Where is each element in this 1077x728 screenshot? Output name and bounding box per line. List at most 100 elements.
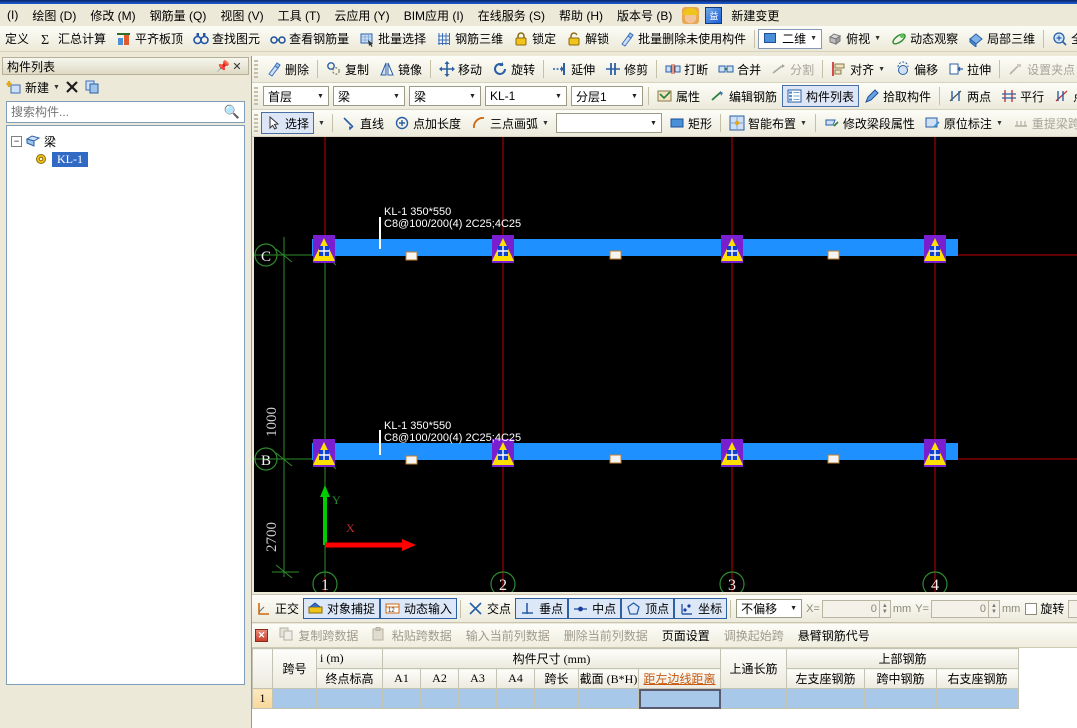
- chevron-down-icon[interactable]: ▼: [627, 87, 642, 105]
- floor-combo[interactable]: 首层 ▼: [263, 86, 329, 106]
- edit-set-grip-button[interactable]: 设置夹点: [1003, 58, 1077, 80]
- object-snap-button[interactable]: 对象捕捉: [303, 598, 380, 619]
- toolbar-summary-calc-button[interactable]: Σ 汇总计算: [34, 28, 111, 50]
- page-setup-button[interactable]: 页面设置: [655, 625, 717, 646]
- blue-app-icon[interactable]: 益: [705, 7, 722, 24]
- search-component-box[interactable]: 🔍: [6, 101, 245, 123]
- toolbar-fullscreen-button[interactable]: 全屏: [1047, 28, 1077, 50]
- toolbar-rebar-3d-button[interactable]: 钢筋三维: [431, 28, 508, 50]
- edit-offset-button[interactable]: 偏移: [890, 58, 943, 80]
- toolbar-2d-button[interactable]: 二维 ▼: [758, 29, 822, 49]
- perpendicular-snap-button[interactable]: 垂点: [515, 598, 568, 619]
- close-icon[interactable]: ✕: [230, 60, 244, 73]
- point-length-tool-button[interactable]: 点加长度: [389, 112, 466, 134]
- edit-rotate-button[interactable]: 旋转: [487, 58, 540, 80]
- tree-root-row[interactable]: − 梁: [11, 132, 240, 150]
- chevron-down-icon[interactable]: ▼: [874, 35, 881, 42]
- chevron-down-icon[interactable]: ▼: [389, 87, 404, 105]
- cell-top-through[interactable]: [721, 689, 787, 709]
- header-a4[interactable]: A4: [497, 669, 535, 689]
- toolbar-grip[interactable]: [254, 60, 258, 78]
- rotate-checkbox[interactable]: [1025, 603, 1037, 615]
- toolbar-orbit-button[interactable]: 动态观察: [886, 28, 963, 50]
- toolbar-grip[interactable]: [254, 87, 258, 105]
- chevron-down-icon[interactable]: ▼: [810, 35, 817, 42]
- toolbar-batch-delete-button[interactable]: 批量删除未使用构件: [614, 28, 751, 50]
- delete-current-col-button[interactable]: 删除当前列数据: [557, 625, 655, 646]
- edit-trim-button[interactable]: 修剪: [600, 58, 653, 80]
- search-icon[interactable]: 🔍: [220, 104, 244, 120]
- chevron-down-icon[interactable]: ▼: [800, 120, 807, 127]
- edit-rebar-button[interactable]: 编辑钢筋: [705, 85, 782, 107]
- toolbar-view-rebar-qty-button[interactable]: 查看钢筋量: [265, 28, 354, 50]
- row-number[interactable]: 1: [253, 689, 273, 709]
- in-situ-label-button[interactable]: 原位标注 ▼: [920, 112, 1008, 134]
- type-combo[interactable]: 梁 ▼: [409, 86, 481, 106]
- close-panel-icon[interactable]: ✕: [255, 629, 268, 642]
- toolbar-local-3d-button[interactable]: 局部三维: [963, 28, 1040, 50]
- toolbar-unlock-button[interactable]: 解锁: [561, 28, 614, 50]
- chevron-down-icon[interactable]: ▼: [318, 120, 325, 127]
- y-input[interactable]: 0: [931, 600, 989, 618]
- menu-item-view[interactable]: 视图 (V): [213, 5, 270, 26]
- new-component-button[interactable]: 新建 ▼: [6, 79, 60, 96]
- tree-item-kl1[interactable]: KL-1: [52, 152, 88, 167]
- x-spinner[interactable]: ▲▼: [880, 600, 891, 618]
- vertex-snap-button[interactable]: 顶点: [621, 598, 674, 619]
- cell-span-no[interactable]: 1: [273, 689, 317, 709]
- swap-start-span-button[interactable]: 调换起始跨: [717, 625, 791, 646]
- edit-split-button[interactable]: 分割: [766, 58, 819, 80]
- header-mid-span-rebar[interactable]: 跨中钢筋: [865, 669, 937, 689]
- menu-item-new-change[interactable]: 新建变更: [724, 5, 786, 26]
- chevron-down-icon[interactable]: ▼: [53, 84, 60, 91]
- cell-section[interactable]: [579, 689, 639, 709]
- line-tool-button[interactable]: 直线: [336, 112, 389, 134]
- delete-x-icon[interactable]: [64, 79, 80, 95]
- category-combo[interactable]: 梁 ▼: [333, 86, 405, 106]
- dynamic-input-button[interactable]: 12 动态输入: [380, 598, 457, 619]
- header-span-no[interactable]: 跨号: [273, 649, 317, 689]
- edit-align-button[interactable]: 对齐 ▼: [826, 58, 890, 80]
- search-input[interactable]: [7, 103, 220, 121]
- cell-a4[interactable]: [497, 689, 535, 709]
- header-a2[interactable]: A2: [421, 669, 459, 689]
- midpoint-snap-button[interactable]: 中点: [568, 598, 621, 619]
- chevron-down-icon[interactable]: ▼: [313, 87, 328, 105]
- header-span-length[interactable]: 跨长: [535, 669, 579, 689]
- menu-item-online-service[interactable]: 在线服务 (S): [471, 5, 552, 26]
- smart-layout-button[interactable]: 智能布置 ▼: [724, 112, 812, 134]
- edit-extend-button[interactable]: 延伸: [547, 58, 600, 80]
- header-left-support-rebar[interactable]: 左支座钢筋: [787, 669, 865, 689]
- span-data-grid[interactable]: 跨号 i (m) 构件尺寸 (mm) 上通长筋 上部钢筋 终点标高 A1 A2 …: [252, 648, 1077, 728]
- chevron-down-icon[interactable]: ▼: [542, 120, 549, 127]
- cell-right-support-rebar[interactable]: [937, 689, 1019, 709]
- select-tool-button[interactable]: 选择: [261, 112, 314, 134]
- three-point-arc-button[interactable]: 三点画弧 ▼: [466, 112, 554, 134]
- rotate-input[interactable]: 0.00: [1068, 600, 1077, 618]
- cell-end-elev[interactable]: [317, 689, 383, 709]
- header-a3[interactable]: A3: [459, 669, 497, 689]
- edit-stretch-button[interactable]: 拉伸: [943, 58, 996, 80]
- header-top-through[interactable]: 上通长筋: [721, 649, 787, 689]
- ortho-button[interactable]: 正交: [252, 598, 303, 619]
- header-left-edge-distance[interactable]: 距左边线距离: [639, 669, 721, 689]
- member-list-button[interactable]: 构件列表: [782, 85, 859, 107]
- cell-a2[interactable]: [421, 689, 459, 709]
- property-button[interactable]: 属性: [652, 85, 705, 107]
- paste-span-data-button[interactable]: 粘贴跨数据: [365, 625, 458, 646]
- tree-expander[interactable]: −: [11, 136, 22, 147]
- toolbar-batch-select-button[interactable]: 批量选择: [354, 28, 431, 50]
- toolbar-lock-button[interactable]: 锁定: [508, 28, 561, 50]
- header-end-elev[interactable]: 终点标高: [317, 669, 383, 689]
- copy-icon[interactable]: [84, 79, 100, 95]
- layer-combo[interactable]: 分层1 ▼: [571, 86, 643, 106]
- menu-item-bim[interactable]: BIM应用 (I): [397, 5, 471, 26]
- tree-child-row[interactable]: KL-1: [33, 150, 240, 168]
- menu-item-0[interactable]: (I): [0, 6, 25, 24]
- header-a1[interactable]: A1: [383, 669, 421, 689]
- draw-mode-combo[interactable]: ▼: [556, 113, 662, 133]
- cell-mid-span-rebar[interactable]: [865, 689, 937, 709]
- cell-span-length[interactable]: [535, 689, 579, 709]
- input-current-col-button[interactable]: 输入当前列数据: [459, 625, 557, 646]
- re-extract-span-button[interactable]: 重提梁跨 ▼: [1008, 112, 1077, 134]
